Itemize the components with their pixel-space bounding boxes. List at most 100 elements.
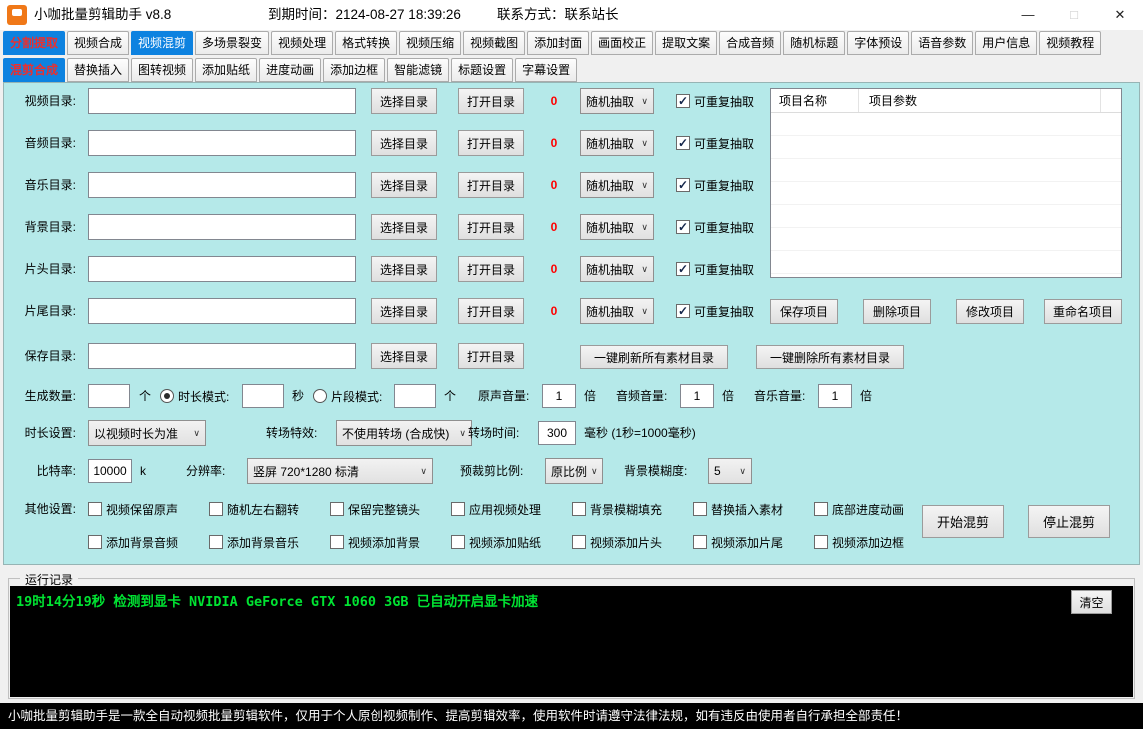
outro-directory-input[interactable] bbox=[88, 298, 356, 324]
tab-mix-compose[interactable]: 混剪合成 bbox=[3, 58, 65, 82]
run-log-console[interactable]: 19时14分19秒 检测到显卡 NVIDIA GeForce GTX 1060 … bbox=[10, 586, 1133, 697]
pick-mode-select[interactable]: 随机抽取 ∨ bbox=[580, 214, 654, 240]
tab-replace-insert[interactable]: 替换插入 bbox=[67, 58, 129, 82]
tab-merge-audio[interactable]: 合成音频 bbox=[719, 31, 781, 55]
tab-add-cover[interactable]: 添加封面 bbox=[527, 31, 589, 55]
transition-select[interactable]: 不使用转场 (合成快) ∨ bbox=[336, 420, 472, 446]
music-directory-input[interactable] bbox=[88, 172, 356, 198]
resolution-select[interactable]: 竖屏 720*1280 标清 ∨ bbox=[247, 458, 433, 484]
modify-project-button[interactable]: 修改项目 bbox=[956, 299, 1024, 324]
checkbox-video-add-outro[interactable]: 视频添加片尾 bbox=[693, 533, 783, 551]
repeat-pick-checkbox[interactable]: ✓ 可重复抽取 bbox=[676, 130, 754, 156]
project-list[interactable]: 项目名称 项目参数 bbox=[770, 88, 1122, 278]
checkbox-blur-fill-background[interactable]: 背景模糊填充 bbox=[572, 500, 662, 518]
tab-smart-filter[interactable]: 智能滤镜 bbox=[387, 58, 449, 82]
choose-directory-button[interactable]: 选择目录 bbox=[371, 130, 437, 156]
tab-format-convert[interactable]: 格式转换 bbox=[335, 31, 397, 55]
blur-select[interactable]: 5 ∨ bbox=[708, 458, 752, 484]
intro-directory-input[interactable] bbox=[88, 256, 356, 282]
tab-video-screenshot[interactable]: 视频截图 bbox=[463, 31, 525, 55]
tab-subtitle-settings[interactable]: 字幕设置 bbox=[515, 58, 577, 82]
choose-directory-button[interactable]: 选择目录 bbox=[371, 298, 437, 324]
stop-mix-button[interactable]: 停止混剪 bbox=[1028, 505, 1110, 538]
tab-title-settings[interactable]: 标题设置 bbox=[451, 58, 513, 82]
tab-multi-scene-split[interactable]: 多场景裂变 bbox=[195, 31, 269, 55]
duration-mode-radio[interactable]: 时长模式: bbox=[160, 383, 229, 409]
checkbox-add-background-music[interactable]: 添加背景音乐 bbox=[209, 533, 299, 551]
start-mix-button[interactable]: 开始混剪 bbox=[922, 505, 1004, 538]
choose-directory-button[interactable]: 选择目录 bbox=[371, 343, 437, 369]
rename-project-button[interactable]: 重命名项目 bbox=[1044, 299, 1122, 324]
tab-font-preset[interactable]: 字体预设 bbox=[847, 31, 909, 55]
pick-mode-select[interactable]: 随机抽取 ∨ bbox=[580, 256, 654, 282]
segment-count-input[interactable] bbox=[394, 384, 436, 408]
tab-video-mix[interactable]: 视频混剪 bbox=[131, 31, 193, 55]
background-directory-input[interactable] bbox=[88, 214, 356, 240]
clear-log-button[interactable]: 清空 bbox=[1071, 590, 1112, 614]
pick-mode-select[interactable]: 随机抽取 ∨ bbox=[580, 298, 654, 324]
music-volume-input[interactable] bbox=[818, 384, 852, 408]
tab-video-merge[interactable]: 视频合成 bbox=[67, 31, 129, 55]
checkbox-bottom-progress-anim[interactable]: 底部进度动画 bbox=[814, 500, 904, 518]
repeat-pick-checkbox[interactable]: ✓ 可重复抽取 bbox=[676, 256, 754, 282]
repeat-pick-checkbox[interactable]: ✓ 可重复抽取 bbox=[676, 214, 754, 240]
save-project-button[interactable]: 保存项目 bbox=[770, 299, 838, 324]
tab-add-sticker[interactable]: 添加贴纸 bbox=[195, 58, 257, 82]
open-directory-button[interactable]: 打开目录 bbox=[458, 298, 524, 324]
minimize-icon[interactable]: — bbox=[1010, 0, 1046, 30]
delete-all-directories-button[interactable]: 一键删除所有素材目录 bbox=[756, 345, 904, 369]
checkbox-add-background-audio[interactable]: 添加背景音频 bbox=[88, 533, 178, 551]
pick-mode-select[interactable]: 随机抽取 ∨ bbox=[580, 172, 654, 198]
transition-time-input[interactable] bbox=[538, 421, 576, 445]
save-directory-input[interactable] bbox=[88, 343, 356, 369]
tab-random-title[interactable]: 随机标题 bbox=[783, 31, 845, 55]
close-icon[interactable]: ✕ bbox=[1102, 0, 1138, 30]
tab-voice-params[interactable]: 语音参数 bbox=[911, 31, 973, 55]
tab-image-to-video[interactable]: 图转视频 bbox=[131, 58, 193, 82]
checkbox-apply-video-process[interactable]: 应用视频处理 bbox=[451, 500, 541, 518]
tab-video-process[interactable]: 视频处理 bbox=[271, 31, 333, 55]
duration-mode-select[interactable]: 以视频时长为准 ∨ bbox=[88, 420, 206, 446]
segment-mode-radio[interactable]: 片段模式: bbox=[313, 383, 382, 409]
open-directory-button[interactable]: 打开目录 bbox=[458, 343, 524, 369]
open-directory-button[interactable]: 打开目录 bbox=[458, 256, 524, 282]
duration-seconds-input[interactable] bbox=[242, 384, 284, 408]
video-directory-input[interactable] bbox=[88, 88, 356, 114]
tab-frame-correct[interactable]: 画面校正 bbox=[591, 31, 653, 55]
checkbox-video-add-intro[interactable]: 视频添加片头 bbox=[572, 533, 662, 551]
tab-split-extract[interactable]: 分割提取 bbox=[3, 31, 65, 55]
tab-video-compress[interactable]: 视频压缩 bbox=[399, 31, 461, 55]
checkbox-video-add-sticker[interactable]: 视频添加贴纸 bbox=[451, 533, 541, 551]
repeat-pick-checkbox[interactable]: ✓ 可重复抽取 bbox=[676, 172, 754, 198]
bitrate-input[interactable] bbox=[88, 459, 132, 483]
open-directory-button[interactable]: 打开目录 bbox=[458, 172, 524, 198]
checkbox-random-flip[interactable]: 随机左右翻转 bbox=[209, 500, 299, 518]
pick-mode-select[interactable]: 随机抽取 ∨ bbox=[580, 88, 654, 114]
refresh-all-directories-button[interactable]: 一键刷新所有素材目录 bbox=[580, 345, 728, 369]
repeat-pick-checkbox[interactable]: ✓ 可重复抽取 bbox=[676, 88, 754, 114]
open-directory-button[interactable]: 打开目录 bbox=[458, 88, 524, 114]
open-directory-button[interactable]: 打开目录 bbox=[458, 130, 524, 156]
tab-video-tutorial[interactable]: 视频教程 bbox=[1039, 31, 1101, 55]
checkbox-video-add-background[interactable]: 视频添加背景 bbox=[330, 533, 420, 551]
original-volume-input[interactable] bbox=[542, 384, 576, 408]
tab-add-border[interactable]: 添加边框 bbox=[323, 58, 385, 82]
checkbox-video-add-border[interactable]: 视频添加边框 bbox=[814, 533, 904, 551]
tab-progress-anim[interactable]: 进度动画 bbox=[259, 58, 321, 82]
repeat-pick-checkbox[interactable]: ✓ 可重复抽取 bbox=[676, 298, 754, 324]
audio-directory-input[interactable] bbox=[88, 130, 356, 156]
choose-directory-button[interactable]: 选择目录 bbox=[371, 88, 437, 114]
choose-directory-button[interactable]: 选择目录 bbox=[371, 256, 437, 282]
checkbox-keep-full-shot[interactable]: 保留完整镜头 bbox=[330, 500, 420, 518]
tab-extract-copy[interactable]: 提取文案 bbox=[655, 31, 717, 55]
precrop-select[interactable]: 原比例 ∨ bbox=[545, 458, 603, 484]
audio-volume-input[interactable] bbox=[680, 384, 714, 408]
choose-directory-button[interactable]: 选择目录 bbox=[371, 214, 437, 240]
checkbox-keep-original-audio[interactable]: 视频保留原声 bbox=[88, 500, 178, 518]
choose-directory-button[interactable]: 选择目录 bbox=[371, 172, 437, 198]
checkbox-replace-insert-material[interactable]: 替换插入素材 bbox=[693, 500, 783, 518]
delete-project-button[interactable]: 删除项目 bbox=[863, 299, 931, 324]
open-directory-button[interactable]: 打开目录 bbox=[458, 214, 524, 240]
tab-user-info[interactable]: 用户信息 bbox=[975, 31, 1037, 55]
generate-count-input[interactable] bbox=[88, 384, 130, 408]
